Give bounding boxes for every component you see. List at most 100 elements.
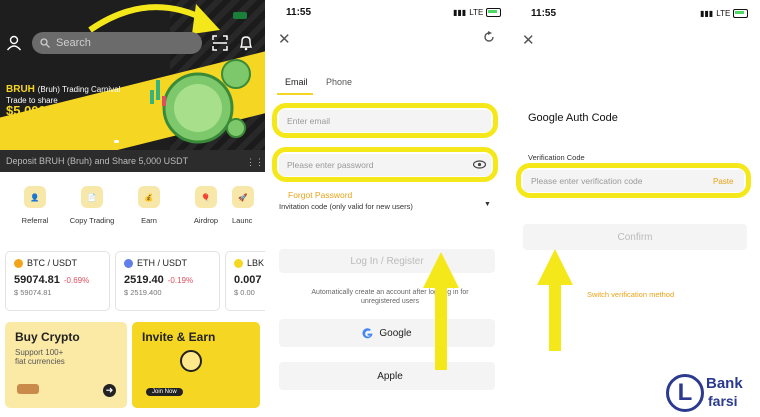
bruh-coin-illustration bbox=[150, 59, 251, 144]
tab-phone[interactable]: Phone bbox=[326, 77, 352, 87]
quick-action-label: Airdrop bbox=[193, 216, 219, 225]
grid-icon[interactable]: ⋮⋮ bbox=[246, 157, 264, 168]
logo-letter: L bbox=[666, 374, 704, 412]
price: 59074.81 bbox=[14, 274, 60, 286]
invite-earn-tile[interactable]: Invite & Earn Join Now bbox=[132, 322, 260, 408]
arrow-right-icon[interactable]: ➜ bbox=[103, 384, 116, 397]
market-card-lbk[interactable]: LBK 0.007 $ 0.00 bbox=[225, 251, 265, 311]
quick-action-launch[interactable]: 🚀 Launc bbox=[232, 186, 265, 225]
price: 0.007 bbox=[234, 274, 262, 286]
market-card-btc[interactable]: BTC / USDT 59074.81 -0.69% $ 59074.81 bbox=[5, 251, 110, 311]
pair-name: BTC / USDT bbox=[27, 258, 78, 268]
login-screen: 11:55 ▮▮▮ LTE ✕ Email Phone Enter email … bbox=[265, 0, 510, 417]
price: 2519.40 bbox=[124, 274, 164, 286]
quick-action-label: Launc bbox=[232, 216, 253, 225]
quick-action-earn[interactable]: 💰 Earn bbox=[124, 186, 174, 225]
launch-icon: 🚀 bbox=[232, 186, 254, 208]
quick-action-label: Referral bbox=[21, 216, 49, 225]
status-bar-icons: ▮▮▮ LTE bbox=[453, 8, 502, 17]
login-register-button[interactable]: Log In / Register bbox=[279, 249, 495, 273]
cake-icon bbox=[17, 384, 39, 394]
bell-icon[interactable] bbox=[239, 35, 253, 51]
market-card-eth[interactable]: ETH / USDT 2519.40 -0.19% $ 2519.400 bbox=[115, 251, 220, 311]
quick-action-label: Earn bbox=[141, 216, 157, 225]
network-label: LTE bbox=[716, 9, 731, 18]
logo-text-farsi: farsi bbox=[708, 393, 738, 409]
verification-placeholder: Please enter verification code bbox=[531, 176, 643, 186]
close-icon[interactable]: ✕ bbox=[278, 30, 291, 48]
annotation-arrow-confirm bbox=[537, 249, 573, 351]
status-time: 11:55 bbox=[286, 7, 312, 18]
carousel-indicator bbox=[114, 140, 119, 143]
switch-verification-link[interactable]: Switch verification method bbox=[587, 290, 674, 299]
tab-email[interactable]: Email bbox=[285, 77, 308, 87]
battery-icon bbox=[486, 8, 502, 17]
scan-icon[interactable] bbox=[212, 35, 228, 51]
quick-action-referral[interactable]: 👤 Referral bbox=[10, 186, 60, 225]
promo-brand-text: BRUH bbox=[6, 84, 35, 95]
search-placeholder: Search bbox=[56, 37, 91, 49]
eth-icon bbox=[124, 258, 133, 268]
invitation-code-toggle[interactable]: Invitation code (only valid for new user… bbox=[279, 202, 413, 211]
btc-icon bbox=[14, 258, 23, 268]
chevron-down-icon[interactable]: ▼ bbox=[484, 201, 491, 208]
refresh-icon[interactable] bbox=[483, 31, 495, 43]
deposit-text: Deposit BRUH (Bruh) and Share 5,000 USDT bbox=[6, 156, 189, 166]
close-icon[interactable]: ✕ bbox=[522, 31, 535, 49]
price-usd: $ 0.00 bbox=[234, 288, 255, 297]
lbk-icon bbox=[234, 258, 243, 268]
battery-icon bbox=[733, 9, 749, 18]
network-label: LTE bbox=[469, 8, 484, 17]
apple-login-button[interactable]: Apple bbox=[279, 362, 495, 390]
promo-brand: BRUH (Bruh) Trading Carnival bbox=[6, 84, 120, 95]
pair-name: LBK bbox=[247, 258, 265, 268]
quick-action-copy-trading[interactable]: 📄 Copy Trading bbox=[67, 186, 117, 225]
status-time: 11:55 bbox=[531, 8, 557, 19]
change: -0.69% bbox=[63, 276, 90, 285]
password-placeholder: Please enter password bbox=[287, 160, 374, 170]
email-placeholder: Enter email bbox=[287, 116, 330, 126]
quick-action-label: Copy Trading bbox=[69, 216, 115, 225]
google-login-button[interactable]: Google bbox=[279, 319, 495, 347]
promo-banner[interactable]: Search BRUH (Bruh) Trading Carnival Trad… bbox=[0, 0, 265, 172]
google-auth-screen: 11:55 ▮▮▮ LTE ✕ Google Auth Code Verific… bbox=[510, 0, 760, 417]
change: -0.19% bbox=[167, 276, 194, 285]
paste-button[interactable]: Paste bbox=[713, 177, 733, 186]
tile-title: Invite & Earn bbox=[142, 330, 216, 344]
email-input[interactable]: Enter email bbox=[279, 110, 491, 132]
copy-trading-icon: 📄 bbox=[81, 186, 103, 208]
signal-icon: ▮▮▮ bbox=[453, 8, 467, 17]
info-coin-icon bbox=[180, 350, 202, 372]
confirm-label: Confirm bbox=[617, 231, 653, 243]
bankfarsi-logo: L Bank farsi bbox=[664, 372, 760, 417]
quick-action-airdrop[interactable]: 🎈 Airdrop bbox=[181, 186, 231, 225]
eye-icon[interactable] bbox=[473, 160, 486, 169]
pair-name: ETH / USDT bbox=[137, 258, 188, 268]
airdrop-icon: 🎈 bbox=[195, 186, 217, 208]
login-register-label: Log In / Register bbox=[350, 255, 424, 267]
price-usd: $ 2519.400 bbox=[124, 288, 162, 297]
google-label: Google bbox=[379, 327, 412, 339]
home-screen: Search BRUH (Bruh) Trading Carnival Trad… bbox=[0, 0, 265, 417]
profile-icon[interactable] bbox=[6, 35, 22, 51]
apple-label: Apple bbox=[377, 370, 403, 382]
verification-code-input[interactable]: Please enter verification code bbox=[523, 170, 744, 192]
tile-title: Buy Crypto bbox=[15, 330, 80, 344]
tile-line2: fiat currencies bbox=[15, 357, 65, 366]
verification-label: Verification Code bbox=[528, 153, 585, 162]
password-input[interactable]: Please enter password bbox=[279, 154, 491, 176]
buy-crypto-tile[interactable]: Buy Crypto Support 100+ fiat currencies … bbox=[5, 322, 127, 408]
promo-amount: $5,000 in $BRUH bbox=[6, 103, 110, 118]
price-usd: $ 59074.81 bbox=[14, 288, 52, 297]
status-bar-icons: ▮▮▮ LTE bbox=[700, 9, 749, 18]
confirm-button[interactable]: Confirm bbox=[523, 224, 747, 250]
join-now-button[interactable]: Join Now bbox=[146, 388, 183, 396]
active-tab-indicator bbox=[277, 93, 313, 95]
search-icon bbox=[40, 38, 50, 48]
search-bar[interactable]: Search bbox=[32, 32, 202, 54]
annotation-arrow-login bbox=[423, 252, 459, 370]
referral-icon: 👤 bbox=[24, 186, 46, 208]
deposit-announcement[interactable]: Deposit BRUH (Bruh) and Share 5,000 USDT bbox=[0, 150, 265, 172]
signal-icon: ▮▮▮ bbox=[700, 9, 714, 18]
forgot-password-link[interactable]: Forgot Password bbox=[288, 190, 352, 200]
